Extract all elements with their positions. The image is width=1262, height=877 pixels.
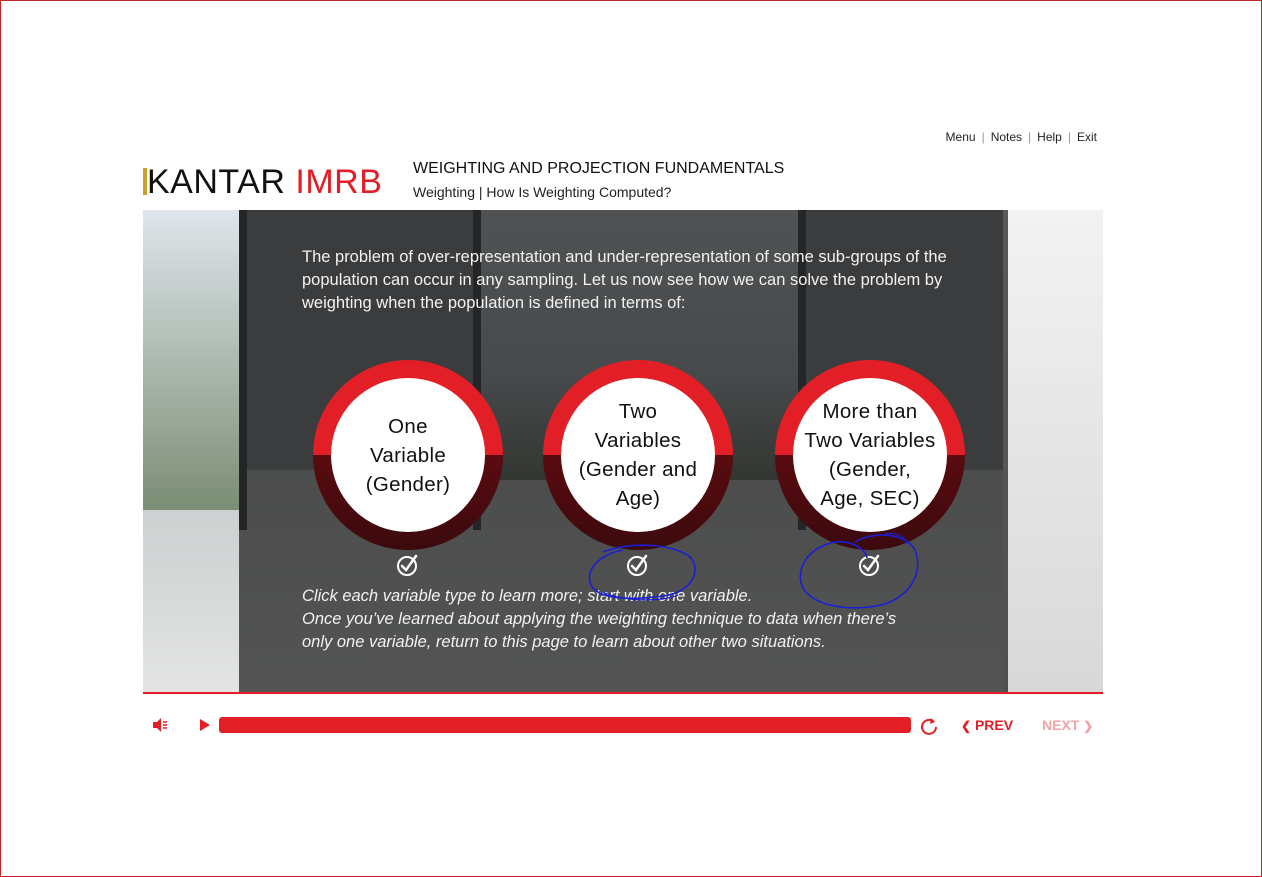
instruction-line: Once you’ve learned about applying the w… — [302, 610, 897, 628]
option-label-line: More than — [822, 400, 918, 423]
option-label-line: Variable — [369, 443, 447, 467]
option-label-line: Two — [618, 400, 658, 423]
play-icon[interactable] — [197, 718, 211, 732]
stage-divider — [143, 692, 1103, 694]
player-controls: ❮ PREV NEXT ❯ — [143, 710, 1103, 740]
exit-link[interactable]: Exit — [1077, 130, 1097, 144]
option-more-than-two-variables[interactable]: More than Two Variables (Gender, Age, SE… — [775, 360, 965, 550]
option-label-line: Age) — [615, 487, 661, 510]
option-label-line: One — [388, 414, 428, 438]
logo-kantar: KANTAR — [147, 163, 286, 201]
option-label-line: (Gender) — [365, 472, 451, 496]
option-label-line: Age, SEC) — [820, 487, 920, 510]
intro-text: The problem of over-representation and u… — [302, 248, 947, 312]
separator: | — [1067, 130, 1071, 144]
option-label-line: Two Variables — [804, 429, 936, 452]
course-title: WEIGHTING AND PROJECTION FUNDAMENTALS — [413, 160, 785, 177]
next-button[interactable]: NEXT ❯ — [1042, 717, 1093, 733]
instruction-line: Click each variable type to learn more; … — [302, 587, 753, 605]
course-breadcrumb: Weighting | How Is Weighting Computed? — [413, 184, 672, 200]
option-one-variable[interactable]: One Variable (Gender) — [313, 360, 503, 550]
check-circle-icon — [627, 554, 648, 576]
slide-stage: The problem of over-representation and u… — [143, 210, 1103, 693]
instruction-line: only one variable, return to this page t… — [302, 633, 826, 651]
next-label: NEXT — [1042, 717, 1080, 733]
chevron-right-icon: ❯ — [1083, 719, 1094, 733]
progress-bar[interactable] — [219, 717, 911, 733]
top-navigation: Menu | Notes | Help | Exit — [946, 130, 1097, 144]
check-circle-icon — [397, 554, 418, 576]
option-label-line: (Gender and — [578, 458, 698, 481]
notes-link[interactable]: Notes — [991, 130, 1022, 144]
menu-link[interactable]: Menu — [946, 130, 976, 144]
separator: | — [1028, 130, 1032, 144]
help-link[interactable]: Help — [1037, 130, 1062, 144]
option-label-line: Variables — [594, 429, 682, 452]
option-two-variables[interactable]: Two Variables (Gender and Age) — [543, 360, 733, 550]
background-window — [143, 210, 243, 510]
option-label-line: (Gender, — [828, 458, 912, 481]
prev-label: PREV — [974, 717, 1014, 733]
prev-button[interactable]: ❮ PREV — [961, 717, 1013, 733]
option-label: One Variable (Gender) — [331, 378, 485, 532]
instructions: Click each variable type to learn more; … — [302, 585, 962, 654]
separator: | — [981, 130, 985, 144]
check-circle-icon — [859, 554, 880, 576]
option-label: Two Variables (Gender and Age) — [561, 378, 715, 532]
chevron-left-icon: ❮ — [961, 719, 972, 733]
background-wall — [1003, 210, 1103, 693]
volume-icon[interactable] — [151, 716, 169, 734]
logo-imrb: IMRB — [295, 163, 383, 201]
replay-icon[interactable] — [919, 716, 939, 736]
kantar-imrb-logo: KANTAR IMRB — [143, 163, 383, 201]
option-label: More than Two Variables (Gender, Age, SE… — [793, 378, 947, 532]
